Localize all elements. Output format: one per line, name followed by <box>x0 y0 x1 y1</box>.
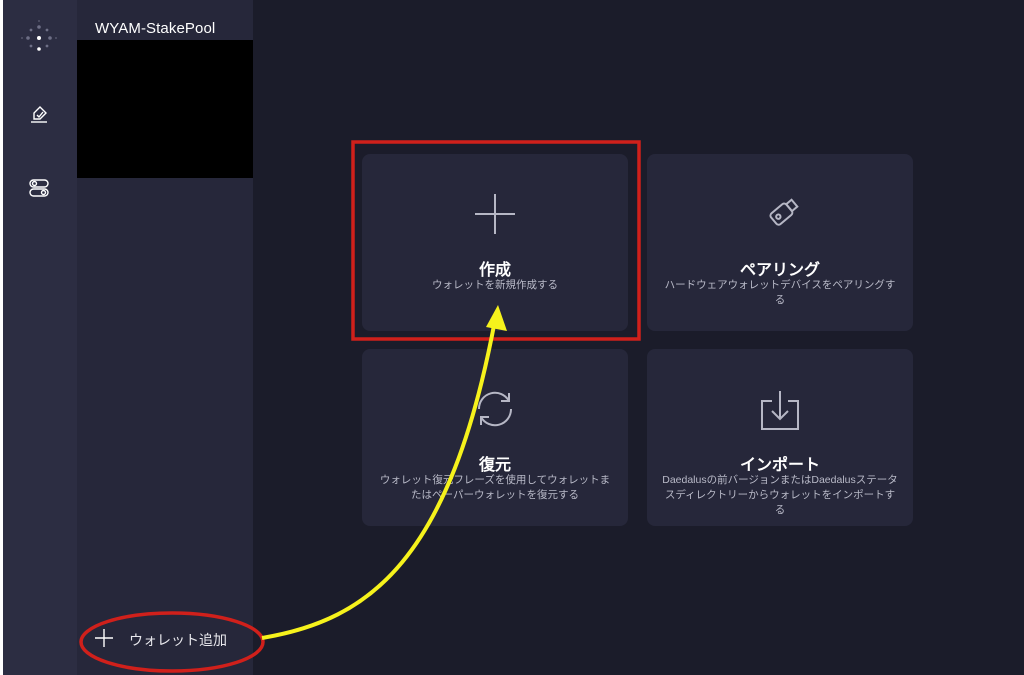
option-title: インポート <box>739 457 820 474</box>
option-description: ハードウェアウォレットデバイスをペアリングする <box>664 279 896 306</box>
add-wallet-label: ウォレット追加 <box>129 631 227 648</box>
wallet-name[interactable]: WYAM-StakePool <box>95 20 215 37</box>
sidebar-rail <box>3 0 77 675</box>
loading-dots-icon[interactable] <box>19 18 59 58</box>
plus-icon <box>93 627 115 653</box>
option-description: ウォレットを新規作成する <box>432 279 558 291</box>
option-description: Daedalusの前バージョンまたはDaedalusステータスディレクトリーから… <box>662 474 898 516</box>
option-description: ウォレット復元フレーズを使用してウォレットまたはペーパーウォレットを復元する <box>379 474 611 501</box>
option-title: 復元 <box>478 457 511 474</box>
option-title: ペアリング <box>739 262 820 279</box>
usb-key-icon <box>647 190 913 238</box>
plus-icon <box>362 190 628 238</box>
restore-wallet-option[interactable]: 復元 ウォレット復元フレーズを使用してウォレットまたはペーパーウォレットを復元す… <box>362 349 628 526</box>
wallet-list-panel: WYAM-StakePool ウォレット追加 <box>77 0 253 675</box>
wallet-edit-icon[interactable] <box>19 94 59 134</box>
option-title: 作成 <box>478 262 511 279</box>
settings-toggle-icon[interactable] <box>19 168 59 208</box>
import-icon <box>647 385 913 433</box>
restore-icon <box>362 385 628 433</box>
app-window: WYAM-StakePool ウォレット追加 作成 ウォレットを新規作成する ペ… <box>3 0 1024 675</box>
import-wallet-option[interactable]: インポート Daedalusの前バージョンまたはDaedalusステータスディレ… <box>647 349 913 526</box>
add-wallet-button[interactable]: ウォレット追加 <box>77 604 253 675</box>
create-wallet-option[interactable]: 作成 ウォレットを新規作成する <box>362 154 628 331</box>
pair-wallet-option[interactable]: ペアリング ハードウェアウォレットデバイスをペアリングする <box>647 154 913 331</box>
